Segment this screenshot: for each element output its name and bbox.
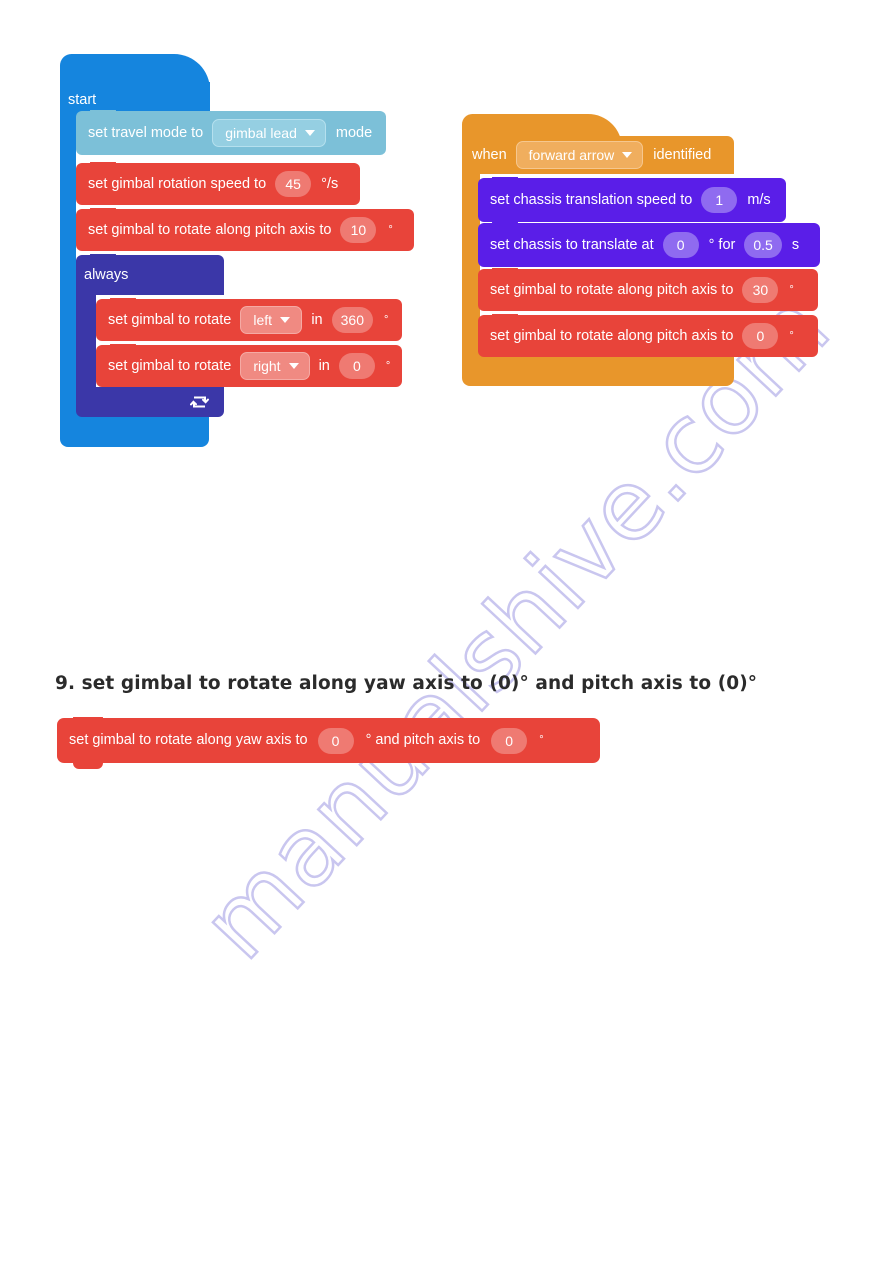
block-gimbal-pitch-axis[interactable]: set gimbal to rotate along pitch axis to… [76,208,414,251]
rotate-right-mid: in [318,357,330,374]
chassis-translate-mid: ° for [708,236,736,253]
rotate-left-value[interactable]: 360 [331,307,373,333]
block-gimbal-rotate-left[interactable]: set gimbal to rotate left in 360 ° [96,298,402,341]
block-gimbal-rotation-speed[interactable]: set gimbal rotation speed to 45 °/s [76,162,360,205]
rotate-left-unit: ° [383,313,389,326]
rotate-right-value[interactable]: 0 [338,353,375,379]
chassis-speed-prefix: set chassis translation speed to [490,191,693,208]
chevron-down-icon [622,152,633,158]
pitch-axis-value[interactable]: 10 [340,217,377,243]
block-gimbal-pitch-0[interactable]: set gimbal to rotate along pitch axis to… [478,314,818,357]
yaw-pitch-value2[interactable]: 0 [491,727,528,754]
rotation-speed-unit: °/s [321,175,339,192]
chassis-speed-value[interactable]: 1 [701,187,738,213]
block-set-travel-mode[interactable]: set travel mode to gimbal lead mode [76,110,386,155]
always-label: always [84,266,129,283]
when-prefix: when [472,146,507,163]
pitch-axis-prefix: set gimbal to rotate along pitch axis to [88,221,332,238]
start-label: start [68,91,97,108]
block-gimbal-pitch-30[interactable]: set gimbal to rotate along pitch axis to… [478,268,818,311]
when-suffix: identified [653,146,712,163]
block-always-header[interactable]: always [76,254,224,295]
chassis-translate-prefix: set chassis to translate at [490,236,654,253]
rotate-right-dropdown-value: right [253,358,281,374]
block-notch [73,717,103,723]
block-notch-bottom [73,763,103,769]
block-program-canvas: start set travel mode to gimbal lead mod… [0,0,893,1263]
block-chassis-translation-speed[interactable]: set chassis translation speed to 1 m/s [478,177,786,222]
rotate-left-mid: in [311,311,323,328]
yaw-pitch-value[interactable]: 0 [317,727,354,754]
block-gimbal-rotate-right[interactable]: set gimbal to rotate right in 0 ° [96,344,402,387]
always-footer[interactable] [76,387,224,417]
when-dropdown[interactable]: forward arrow [515,141,644,169]
block-notch [90,254,116,260]
block-chassis-translate-at[interactable]: set chassis to translate at 0 ° for 0.5 … [478,222,820,267]
chassis-translate-unit: s [791,236,800,253]
chassis-translate-value[interactable]: 0 [662,232,699,258]
when-hat-body[interactable]: when forward arrow identified [462,136,734,174]
yaw-pitch-unit: ° [539,734,544,746]
loop-icon [190,396,209,408]
chevron-down-icon [304,130,315,136]
block-notch [492,222,518,228]
rotate-right-dropdown[interactable]: right [240,352,310,380]
pitch30-prefix: set gimbal to rotate along pitch axis to [490,281,734,298]
pitch30-unit: ° [789,283,794,296]
block-notch [492,268,518,274]
pitch30-value[interactable]: 30 [742,277,779,303]
pitch0-value[interactable]: 0 [742,323,779,349]
yaw-pitch-prefix: set gimbal to rotate along yaw axis to [69,732,308,749]
travel-mode-prefix: set travel mode to [88,124,204,141]
travel-mode-dropdown[interactable]: gimbal lead [212,119,326,147]
always-spine [76,293,96,397]
pitch-axis-unit: ° [388,223,393,236]
rotate-left-dropdown[interactable]: left [240,306,303,334]
block-notch [90,208,116,214]
rotate-right-unit: ° [385,359,391,372]
when-dropdown-value: forward arrow [528,147,615,163]
block-notch [90,162,116,168]
chevron-down-icon [280,317,291,323]
section-heading: 9. set gimbal to rotate along yaw axis t… [55,673,758,694]
rotate-left-prefix: set gimbal to rotate [108,311,232,328]
travel-mode-suffix: mode [335,124,373,141]
rotate-right-prefix: set gimbal to rotate [108,357,232,374]
rotation-speed-value[interactable]: 45 [275,171,312,197]
chevron-down-icon [288,363,299,369]
rotate-left-dropdown-value: left [253,312,273,328]
start-spine [60,112,76,434]
block-gimbal-yaw-pitch[interactable]: set gimbal to rotate along yaw axis to 0… [57,717,600,769]
when-bottom-tail [462,355,734,386]
chassis-translate-value2[interactable]: 0.5 [744,232,782,258]
travel-mode-dropdown-value: gimbal lead [225,125,297,141]
block-notch [110,344,136,350]
pitch0-prefix: set gimbal to rotate along pitch axis to [490,327,734,344]
chassis-speed-unit: m/s [747,191,771,208]
rotation-speed-prefix: set gimbal rotation speed to [88,175,267,192]
block-notch [110,298,136,304]
yaw-pitch-mid: ° and pitch axis to [365,732,481,749]
pitch0-unit: ° [789,329,794,342]
block-notch [90,110,116,116]
block-notch [492,314,518,320]
block-notch [492,177,518,183]
